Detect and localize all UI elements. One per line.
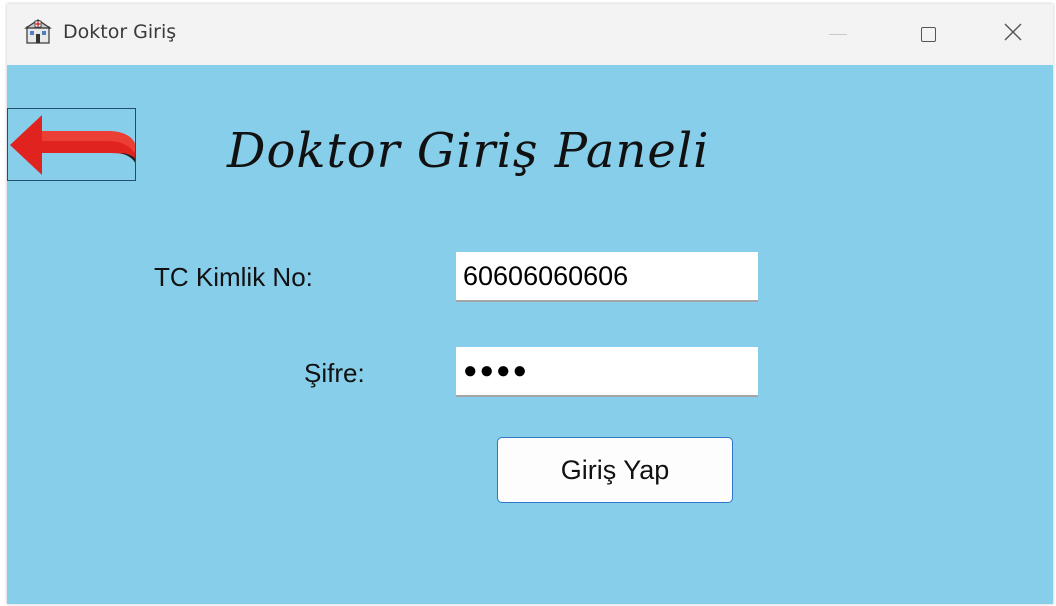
minimize-button[interactable] [793,4,883,65]
close-icon [1004,23,1022,46]
back-button[interactable] [7,108,136,181]
password-label: Şifre: [304,358,365,388]
maximize-icon [920,27,936,42]
maximize-button[interactable] [883,4,973,65]
back-arrow-icon [8,115,135,180]
minimize-icon [829,34,847,35]
title-bar[interactable]: Doktor Giriş [7,4,1053,65]
page-title: Doktor Giriş Paneli [227,123,710,179]
tc-label: TC Kimlik No: [154,262,313,292]
app-window: Doktor Giriş Doktor Giriş Paneli TC Kiml… [7,4,1053,604]
login-panel: Doktor Giriş Paneli TC Kimlik No: Şifre:… [7,65,1053,604]
tc-input[interactable] [456,252,758,302]
password-input[interactable] [456,347,758,397]
login-button[interactable]: Giriş Yap [497,437,733,503]
hospital-icon [24,18,52,44]
close-button[interactable] [973,4,1053,65]
window-title: Doktor Giriş [63,21,177,43]
